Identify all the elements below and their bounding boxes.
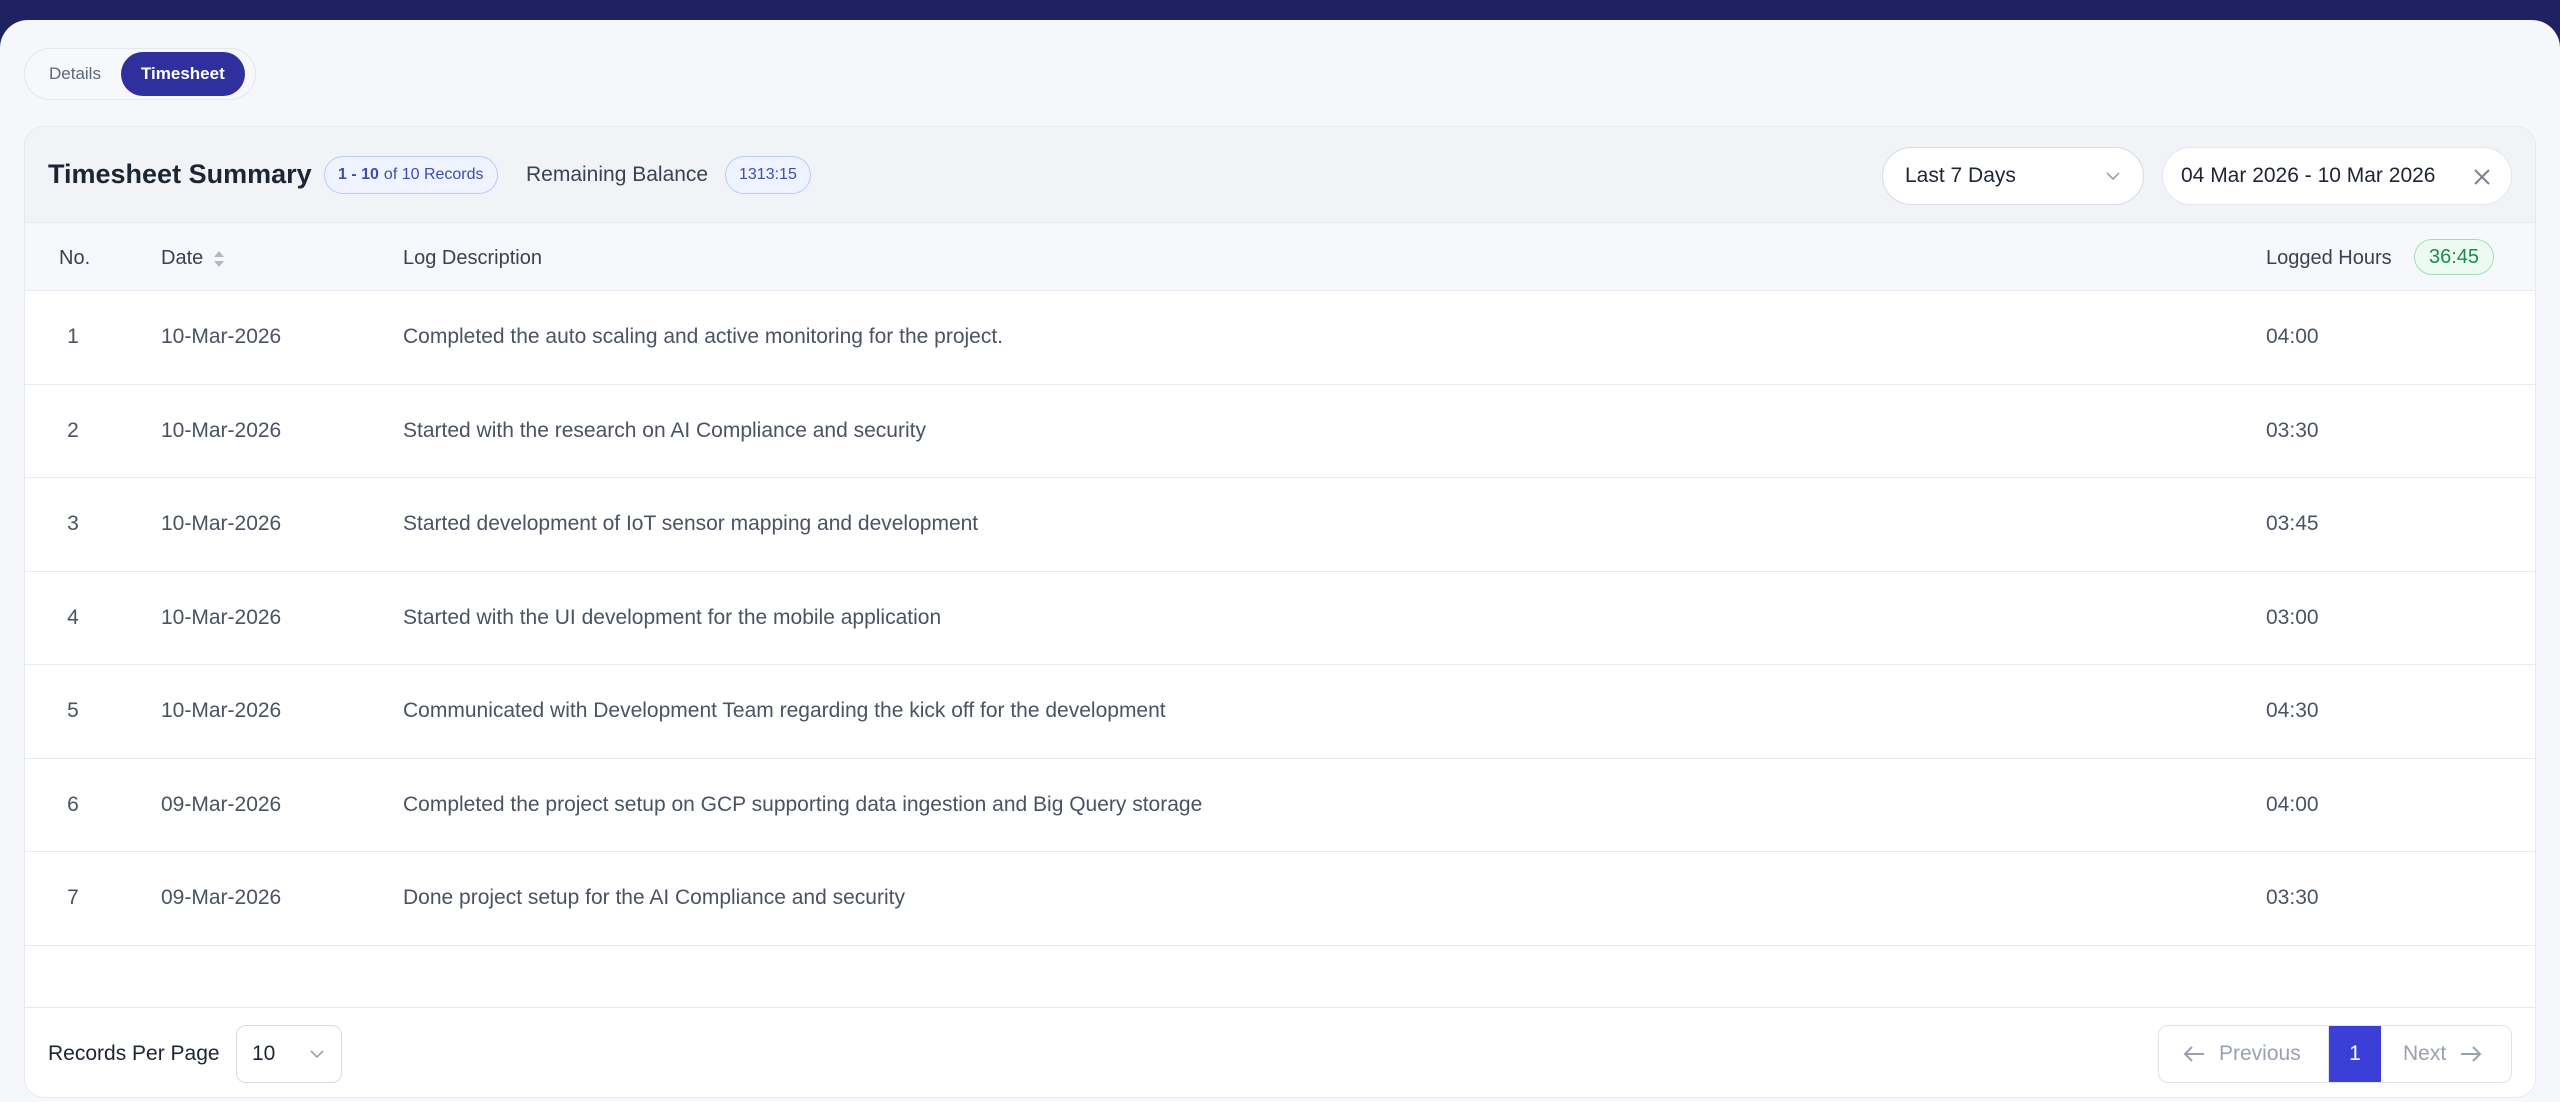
column-header-log-description: Log Description — [403, 247, 542, 269]
table-body: 1 10-Mar-2026 Completed the auto scaling… — [25, 291, 2535, 987]
cell-hours: 03:00 — [2266, 605, 2319, 629]
date-range-preset-value: Last 7 Days — [1905, 164, 2016, 187]
cell-date: 10-Mar-2026 — [161, 512, 282, 535]
next-page-button[interactable]: Next — [2381, 1026, 2511, 1082]
previous-page-button[interactable]: Previous — [2159, 1026, 2329, 1082]
arrow-left-icon — [2183, 1046, 2204, 1062]
column-header-date-label: Date — [161, 247, 204, 269]
table-row: 4 10-Mar-2026 Started with the UI develo… — [25, 572, 2535, 665]
cell-no: 2 — [67, 418, 79, 442]
table-header: No. Date Log Description Logged Hours 36… — [25, 223, 2535, 291]
cell-hours: 04:00 — [2266, 792, 2319, 816]
remaining-balance-badge: 1313:15 — [725, 156, 811, 194]
cell-hours: 03:45 — [2266, 512, 2319, 535]
table-row: 7 09-Mar-2026 Done project setup for the… — [25, 852, 2535, 946]
date-range-picker[interactable]: 04 Mar 2026 - 10 Mar 2026 — [2162, 147, 2512, 205]
cell-no: 1 — [67, 325, 79, 348]
next-page-label: Next — [2403, 1042, 2447, 1065]
records-count-badge: 1 - 10 of 10 Records — [324, 156, 498, 194]
timesheet-header: Timesheet Summary 1 - 10 of 10 Records R… — [25, 127, 2535, 223]
cell-hours: 04:30 — [2266, 699, 2319, 722]
sort-icon[interactable] — [213, 249, 225, 269]
column-header-logged-hours: Logged Hours — [2266, 247, 2392, 269]
cell-no: 5 — [67, 699, 79, 722]
records-per-page-value: 10 — [252, 1042, 276, 1065]
cell-no: 6 — [67, 792, 79, 816]
cell-date: 10-Mar-2026 — [161, 699, 282, 722]
table-row: 5 10-Mar-2026 Communicated with Developm… — [25, 665, 2535, 759]
chevron-down-icon — [310, 1050, 324, 1059]
cell-description: Completed the auto scaling and active mo… — [403, 325, 1004, 348]
table-row: 2 10-Mar-2026 Started with the research … — [25, 385, 2535, 478]
previous-page-label: Previous — [2219, 1042, 2301, 1065]
arrow-right-icon — [2461, 1046, 2482, 1062]
pagination: Previous 1 Next — [2158, 1025, 2512, 1083]
cell-date: 10-Mar-2026 — [161, 325, 282, 348]
table-row: 3 10-Mar-2026 Started development of IoT… — [25, 478, 2535, 572]
date-range-preset-select[interactable]: Last 7 Days — [1882, 147, 2144, 205]
table-footer: Records Per Page 10 Previous 1 Next — [25, 1007, 2535, 1097]
date-range-value: 04 Mar 2026 - 10 Mar 2026 — [2181, 164, 2436, 187]
table-row: 6 09-Mar-2026 Completed the project setu… — [25, 759, 2535, 852]
records-per-page-label: Records Per Page — [48, 1042, 220, 1065]
cell-no: 4 — [67, 605, 79, 629]
cell-description: Communicated with Development Team regar… — [403, 699, 1166, 722]
cell-description: Started development of IoT sensor mappin… — [403, 512, 979, 535]
table-row: 1 10-Mar-2026 Completed the auto scaling… — [25, 291, 2535, 385]
records-suffix: of 10 Records — [383, 166, 484, 183]
records-range: 1 - 10 — [338, 166, 379, 183]
cell-description: Done project setup for the AI Compliance… — [403, 886, 905, 909]
tab-details[interactable]: Details — [29, 52, 121, 96]
cell-description: Completed the project setup on GCP suppo… — [403, 792, 1203, 816]
cell-no: 3 — [67, 512, 79, 535]
cell-hours: 03:30 — [2266, 886, 2319, 909]
total-hours-badge: 36:45 — [2414, 239, 2495, 275]
cell-date: 09-Mar-2026 — [161, 792, 282, 816]
cell-hours: 04:00 — [2266, 325, 2319, 348]
column-header-no: No. — [59, 247, 91, 269]
timesheet-card: Timesheet Summary 1 - 10 of 10 Records R… — [24, 126, 2536, 1098]
cell-date: 10-Mar-2026 — [161, 418, 282, 442]
close-icon[interactable] — [2471, 166, 2493, 188]
cell-hours: 03:30 — [2266, 418, 2319, 442]
remaining-balance-label: Remaining Balance — [526, 163, 709, 186]
page-body: Details Timesheet Timesheet Summary 1 - … — [0, 20, 2560, 1102]
cell-date: 10-Mar-2026 — [161, 605, 282, 629]
tab-switcher: Details Timesheet — [24, 48, 256, 100]
tab-timesheet[interactable]: Timesheet — [120, 52, 245, 96]
cell-description: Started with the UI development for the … — [403, 605, 942, 629]
records-per-page-select[interactable]: 10 — [236, 1025, 342, 1083]
page-title: Timesheet Summary — [48, 159, 312, 189]
column-header-date[interactable]: Date — [161, 247, 225, 270]
chevron-down-icon — [2106, 172, 2120, 181]
cell-description: Started with the research on AI Complian… — [403, 418, 926, 442]
page-number-button[interactable]: 1 — [2329, 1026, 2381, 1082]
cell-date: 09-Mar-2026 — [161, 886, 282, 909]
cell-no: 7 — [67, 886, 79, 909]
